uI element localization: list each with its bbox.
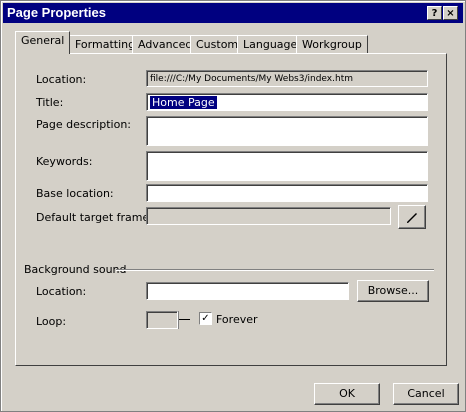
base-location-input[interactable] <box>146 184 428 202</box>
location-value: file:///C:/My Documents/My Webs3/index.h… <box>146 70 428 87</box>
page-properties-dialog: Page Properties ? × General Formatting A… <box>0 0 466 412</box>
ok-button[interactable]: OK <box>314 383 380 405</box>
base-location-label: Base location: <box>36 187 114 200</box>
sound-location-input[interactable] <box>146 282 349 300</box>
general-tab-panel: Location: file:///C:/My Documents/My Web… <box>15 53 447 366</box>
group-divider <box>116 269 434 271</box>
pencil-icon <box>405 210 419 227</box>
tab-formatting[interactable]: Formatting <box>69 35 142 53</box>
default-target-frame-label: Default target frame: <box>36 211 153 224</box>
location-label: Location: <box>36 73 87 86</box>
title-label: Title: <box>36 96 64 109</box>
forever-checkbox[interactable]: ✓ <box>199 312 212 325</box>
browse-button[interactable]: Browse... <box>357 280 429 302</box>
page-description-input[interactable] <box>146 116 428 146</box>
dialog-title: Page Properties <box>7 5 106 20</box>
title-input[interactable]: Home Page <box>146 93 428 111</box>
loop-count-input <box>146 311 178 329</box>
cancel-button[interactable]: Cancel <box>393 383 459 405</box>
background-sound-group-label: Background sound <box>24 263 127 276</box>
tab-workgroup[interactable]: Workgroup <box>296 35 368 53</box>
forever-label: Forever <box>216 313 258 326</box>
loop-spinner[interactable] <box>178 311 190 329</box>
loop-label: Loop: <box>36 315 67 328</box>
keywords-input[interactable] <box>146 151 428 181</box>
change-target-frame-button[interactable] <box>398 205 426 229</box>
default-target-frame-input <box>146 207 391 225</box>
close-button[interactable]: × <box>443 6 458 20</box>
sound-location-label: Location: <box>36 285 87 298</box>
page-description-label: Page description: <box>36 118 131 131</box>
spinner-divider <box>179 319 190 320</box>
title-value: Home Page <box>150 96 217 109</box>
keywords-label: Keywords: <box>36 155 93 168</box>
tab-language[interactable]: Language <box>237 35 304 53</box>
help-button[interactable]: ? <box>427 6 442 20</box>
tab-advanced[interactable]: Advanced <box>132 35 199 53</box>
tab-general[interactable]: General <box>15 31 71 54</box>
title-bar: Page Properties ? × <box>3 3 463 23</box>
